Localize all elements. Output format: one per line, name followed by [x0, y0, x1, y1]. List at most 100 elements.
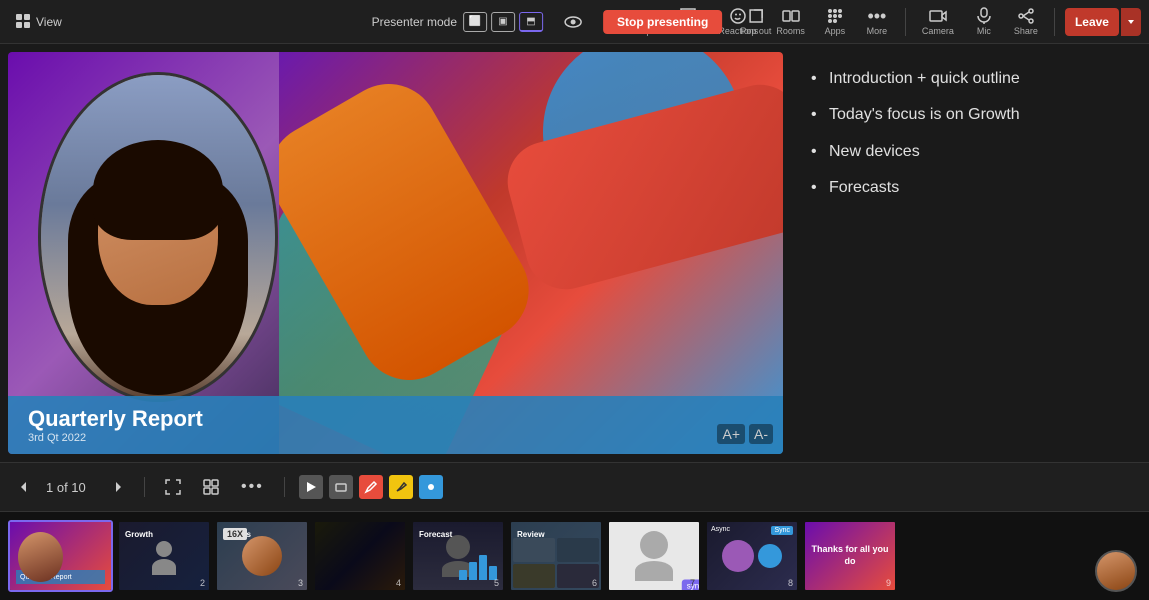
thumb-1-presenter — [18, 532, 63, 582]
presenter-mode-icons: ⬜ ▣ ⬒ — [463, 12, 543, 32]
thumbnail-1[interactable]: Quarterly Report — [8, 520, 113, 592]
more-options-button[interactable]: ••• — [235, 474, 270, 500]
pen-tool[interactable] — [359, 475, 383, 499]
prev-slide-button[interactable] — [12, 475, 36, 499]
thumb-5-chart — [459, 550, 497, 580]
thumb-3-content — [217, 522, 307, 590]
rooms-icon — [782, 7, 800, 25]
thumbnail-strip: Quarterly Report Growth 2 Thanks 16X 3 — [0, 512, 1149, 600]
font-increase-button[interactable]: A+ — [717, 424, 745, 444]
thumb-4-num: 4 — [396, 578, 401, 588]
apps-icon — [826, 7, 844, 25]
highlight-tool[interactable] — [389, 475, 413, 499]
note-item-3: New devices — [811, 141, 1121, 163]
notes-panel: Introduction + quick outline Today's foc… — [791, 52, 1141, 454]
popout-icon — [748, 8, 764, 24]
fullscreen-button[interactable] — [159, 475, 187, 499]
slide-title-bar: Quarterly Report 3rd Qt 2022 — [8, 396, 783, 454]
next-slide-button[interactable] — [106, 475, 130, 499]
ellipsis-icon: ••• — [241, 478, 264, 496]
laser-icon — [424, 480, 438, 494]
grid-icon — [16, 14, 32, 30]
circle-large — [722, 540, 754, 572]
pen-icon — [364, 480, 378, 494]
grid-cell-3 — [513, 564, 555, 588]
camera-icon — [929, 7, 947, 25]
thumb-3-bg: Thanks 16X — [217, 522, 307, 590]
bar-2 — [469, 562, 477, 580]
highlight-icon — [394, 480, 408, 494]
thumbnail-4[interactable]: 4 — [313, 520, 407, 592]
rooms-label: Rooms — [776, 26, 805, 36]
separator-1 — [905, 8, 906, 36]
nav-separator-1 — [144, 477, 145, 497]
thumbnail-3[interactable]: Thanks 16X 3 — [215, 520, 309, 592]
play-tool[interactable] — [299, 475, 323, 499]
leave-button-group: Leave — [1065, 8, 1141, 36]
thumb-4-bg — [315, 522, 405, 590]
popout-button[interactable]: Pop out — [734, 6, 777, 38]
thumb-5-label: Forecast — [419, 530, 452, 539]
thumb-7-num: 7 — [690, 578, 695, 588]
thumb-9-num: 9 — [886, 578, 891, 588]
stop-presenting-button[interactable]: Stop presenting — [603, 10, 722, 34]
share-label: Share — [1014, 26, 1038, 36]
toolbar-left: View — [8, 10, 70, 34]
thumbnail-7[interactable]: sync 7 — [607, 520, 701, 592]
thumb-9-text: Thanks for all you do — [811, 544, 889, 567]
thumb-5-num: 5 — [494, 578, 499, 588]
thumb-7-bg: sync — [609, 522, 699, 590]
font-decrease-button[interactable]: A- — [749, 424, 773, 444]
slide-main: Quarterly Report 3rd Qt 2022 A+ A- — [8, 52, 783, 454]
share-button[interactable]: Share — [1008, 4, 1044, 40]
popout-label: Pop out — [740, 26, 771, 36]
more-label: More — [867, 26, 888, 36]
bar-1 — [459, 570, 467, 580]
presenter-mode-label: Presenter mode — [372, 15, 457, 29]
thumbnail-icon — [203, 479, 219, 495]
note-item-1: Introduction + quick outline — [811, 68, 1121, 90]
laser-tool[interactable] — [419, 475, 443, 499]
main-content-area: Quarterly Report 3rd Qt 2022 A+ A- Intro… — [0, 44, 1149, 462]
eraser-tool[interactable] — [329, 475, 353, 499]
presenter-mode-group: Presenter mode ⬜ ▣ ⬒ — [372, 12, 543, 32]
more-button[interactable]: ••• More — [859, 4, 895, 40]
thumbnail-view-button[interactable] — [197, 475, 225, 499]
apps-button[interactable]: Apps — [817, 4, 853, 40]
play-icon — [304, 480, 318, 494]
thumbnail-2[interactable]: Growth 2 — [117, 520, 211, 592]
note-item-2: Today's focus is on Growth — [811, 104, 1121, 126]
thumbnail-8[interactable]: Async Sync 8 — [705, 520, 799, 592]
slide-title: Quarterly Report — [28, 406, 763, 432]
pm-window-icon[interactable]: ▣ — [491, 12, 515, 32]
leave-button[interactable]: Leave — [1065, 8, 1119, 36]
eye-icon-btn[interactable] — [555, 4, 591, 40]
thumb-3-person — [242, 536, 282, 576]
nav-separator-2 — [284, 477, 285, 497]
thumb-9-content: Thanks for all you do — [805, 522, 895, 590]
hair-top — [93, 140, 223, 240]
navigation-bar: 1 of 10 ••• — [0, 462, 1149, 512]
self-avatar[interactable] — [1095, 550, 1137, 592]
toolbar: View Presenter mode ⬜ ▣ ⬒ Stop presentin… — [0, 0, 1149, 44]
thumb-1-bg: Quarterly Report — [10, 522, 111, 590]
thumb-5-bg: Forecast — [413, 522, 503, 590]
apps-label: Apps — [825, 26, 846, 36]
thumb-2-num: 2 — [200, 578, 205, 588]
thumbnail-6[interactable]: Review 6 — [509, 520, 603, 592]
presenter-video-inner — [41, 75, 275, 399]
camera-button[interactable]: Camera — [916, 4, 960, 40]
note-item-4: Forecasts — [811, 177, 1121, 199]
leave-chevron-button[interactable] — [1121, 8, 1141, 36]
thumbnail-5[interactable]: Forecast 5 — [411, 520, 505, 592]
view-menu-button[interactable]: View — [8, 10, 70, 34]
thumb-2-head — [156, 541, 172, 557]
thumb-7-head — [640, 531, 668, 559]
thumb-8-label: Async — [711, 526, 730, 533]
mic-button[interactable]: Mic — [966, 4, 1002, 40]
pm-screen-icon[interactable]: ⬜ — [463, 12, 487, 32]
toolbar-center: Presenter mode ⬜ ▣ ⬒ Stop presenting Pop… — [372, 4, 778, 40]
thumbnail-9[interactable]: Thanks for all you do 9 — [803, 520, 897, 592]
pm-side-icon[interactable]: ⬒ — [519, 12, 543, 32]
share-icon — [1017, 7, 1035, 25]
